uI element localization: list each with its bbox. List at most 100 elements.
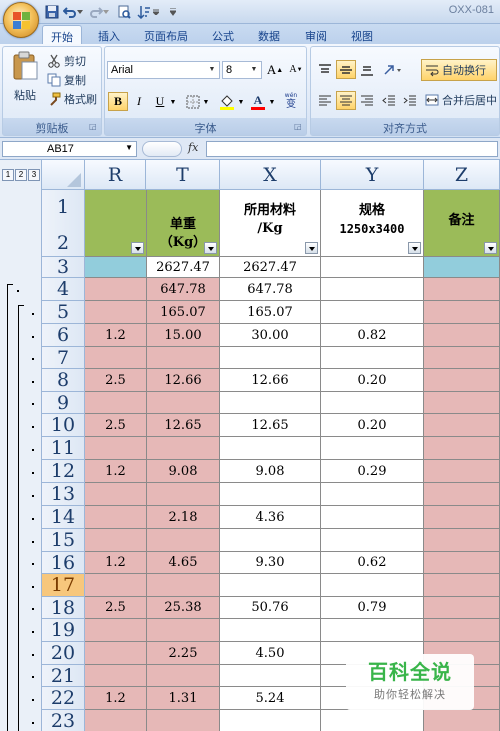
borders-button[interactable] [183, 92, 203, 111]
redo-dropdown-icon[interactable] [102, 4, 110, 20]
cell-R7[interactable] [85, 347, 147, 369]
row-header-9[interactable]: 9 [42, 392, 85, 414]
cell-X3[interactable]: 2627.47 [220, 257, 321, 278]
merge-center-button[interactable]: 合并后居中 [425, 92, 497, 108]
header-cell-Y[interactable]: 规格 1250x3400 [321, 190, 424, 257]
tab-view[interactable]: 视图 [343, 25, 381, 44]
orientation-button[interactable] [379, 60, 407, 79]
insert-function-button[interactable]: fx [188, 141, 198, 154]
cell-X14[interactable]: 4.36 [220, 506, 321, 529]
cell-Y10[interactable]: 0.20 [321, 414, 424, 437]
tab-home[interactable]: 开始 [42, 25, 82, 44]
cut-button[interactable]: 剪切 [47, 53, 86, 69]
row-header-15[interactable]: 15 [42, 529, 85, 552]
row-header-3[interactable]: 3 [42, 256, 85, 278]
cell-Z18[interactable] [424, 597, 500, 619]
row-header-16[interactable]: 16 [42, 552, 85, 574]
print-preview-icon[interactable] [116, 4, 132, 20]
cell-X5[interactable]: 165.07 [220, 301, 321, 324]
cell-R14[interactable] [85, 506, 147, 529]
cell-X20[interactable]: 4.50 [220, 642, 321, 665]
cell-T5[interactable]: 165.07 [147, 301, 220, 324]
cell-R9[interactable] [85, 392, 147, 414]
column-header-Y[interactable]: Y [321, 160, 424, 190]
cell-R5[interactable] [85, 301, 147, 324]
cell-X17[interactable] [220, 574, 321, 597]
font-launcher-icon[interactable]: ◲ [294, 123, 303, 132]
cell-X21[interactable] [220, 665, 321, 687]
cell-X9[interactable] [220, 392, 321, 414]
column-header-X[interactable]: X [220, 160, 321, 190]
cell-X7[interactable] [220, 347, 321, 369]
wrap-text-button[interactable]: 自动换行 [421, 59, 497, 81]
row-header-11[interactable]: 11 [42, 437, 85, 460]
cell-R23[interactable] [85, 710, 147, 731]
align-middle-button[interactable] [336, 60, 356, 79]
cell-Y15[interactable] [321, 529, 424, 552]
row-header-22[interactable]: 22 [42, 687, 85, 710]
fill-dropdown-icon[interactable]: ▼ [236, 92, 246, 111]
font-color-button[interactable]: A [248, 92, 268, 111]
cell-Y9[interactable] [321, 392, 424, 414]
cell-Z13[interactable] [424, 483, 500, 506]
row-header-23[interactable]: 23 [42, 710, 85, 731]
row-header-20[interactable]: 20 [42, 642, 85, 665]
filter-dropdown-icon[interactable] [484, 242, 497, 254]
format-painter-button[interactable]: 格式刷 [47, 91, 97, 107]
tab-insert[interactable]: 插入 [90, 25, 128, 44]
cell-R13[interactable] [85, 483, 147, 506]
font-name-combo[interactable]: Arial ▼ [107, 61, 220, 79]
row-header-17[interactable]: 17 [42, 574, 85, 597]
align-center-button[interactable] [336, 91, 356, 110]
filter-dropdown-icon[interactable] [131, 242, 144, 254]
cell-Z12[interactable] [424, 460, 500, 483]
align-right-button[interactable] [357, 91, 377, 110]
cell-R6[interactable]: 1.2 [85, 324, 147, 347]
cell-Z3[interactable] [424, 257, 500, 278]
cell-Y16[interactable]: 0.62 [321, 552, 424, 574]
header-cell-Z[interactable]: 备注 [424, 190, 500, 257]
cell-R22[interactable]: 1.2 [85, 687, 147, 710]
undo-dropdown-icon[interactable] [76, 4, 84, 20]
row-header-21[interactable]: 21 [42, 665, 85, 687]
cell-R18[interactable]: 2.5 [85, 597, 147, 619]
row-header-8[interactable]: 8 [42, 369, 85, 392]
chevron-down-icon[interactable]: ▼ [248, 63, 260, 77]
column-header-R[interactable]: R [85, 160, 146, 190]
bold-button[interactable]: B [108, 92, 128, 111]
underline-dropdown-icon[interactable]: ▼ [168, 92, 178, 111]
filter-dropdown-icon[interactable] [305, 242, 318, 254]
cell-Y7[interactable] [321, 347, 424, 369]
cell-Z19[interactable] [424, 619, 500, 642]
row-header-10[interactable]: 10 [42, 414, 85, 437]
column-header-Z[interactable]: Z [424, 160, 500, 190]
font-size-combo[interactable]: 8 ▼ [222, 61, 262, 79]
cell-X10[interactable]: 12.65 [220, 414, 321, 437]
cell-X6[interactable]: 30.00 [220, 324, 321, 347]
header-cell-X[interactable]: 所用材料 /Kg [220, 190, 321, 257]
cell-R21[interactable] [85, 665, 147, 687]
cell-X16[interactable]: 9.30 [220, 552, 321, 574]
cell-T4[interactable]: 647.78 [147, 278, 220, 301]
outline-level-2-button[interactable]: 2 [15, 169, 27, 181]
copy-button[interactable]: 复制 [47, 72, 86, 88]
tab-review[interactable]: 审阅 [297, 25, 335, 44]
chevron-down-icon[interactable]: ▼ [125, 143, 133, 152]
cell-Z14[interactable] [424, 506, 500, 529]
cell-X18[interactable]: 50.76 [220, 597, 321, 619]
decrease-indent-button[interactable] [379, 91, 399, 110]
cell-T7[interactable] [147, 347, 220, 369]
cell-X12[interactable]: 9.08 [220, 460, 321, 483]
align-left-button[interactable] [315, 91, 335, 110]
borders-dropdown-icon[interactable]: ▼ [201, 92, 211, 111]
row-header-5[interactable]: 5 [42, 301, 85, 324]
cell-T13[interactable] [147, 483, 220, 506]
cell-Y14[interactable] [321, 506, 424, 529]
cell-X11[interactable] [220, 437, 321, 460]
cell-Z8[interactable] [424, 369, 500, 392]
cell-Y6[interactable]: 0.82 [321, 324, 424, 347]
cell-Y11[interactable] [321, 437, 424, 460]
row-header-7[interactable]: 7 [42, 347, 85, 369]
save-icon[interactable] [44, 4, 60, 20]
cell-X19[interactable] [220, 619, 321, 642]
